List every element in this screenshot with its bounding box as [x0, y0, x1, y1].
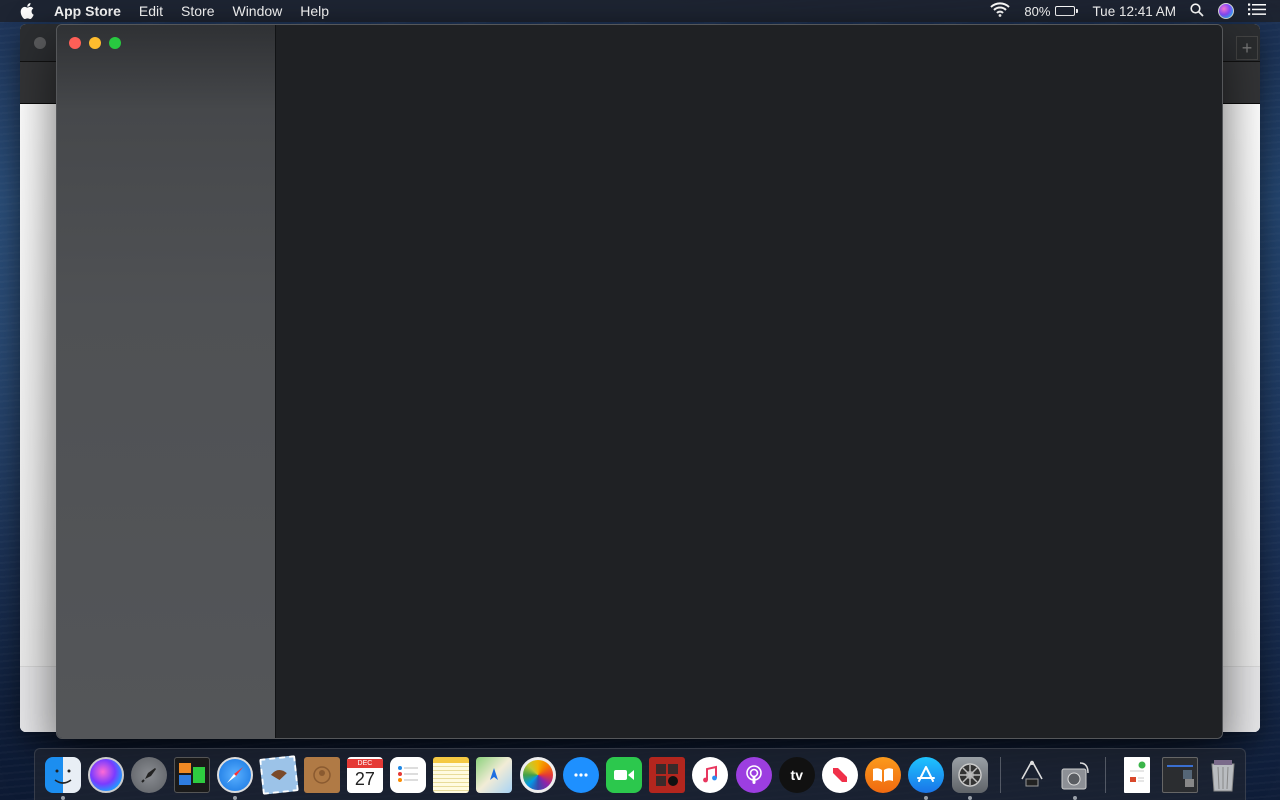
menu-window[interactable]: Window — [232, 0, 282, 22]
dock-item-disk-utility[interactable] — [1055, 755, 1094, 800]
battery-status[interactable]: 80% — [1024, 3, 1079, 19]
finder-icon — [44, 756, 81, 793]
dock-separator — [1000, 756, 1002, 793]
calendar-icon: DEC 27 — [346, 756, 383, 793]
dock-item-document-stack[interactable] — [1117, 755, 1156, 795]
battery-icon — [1055, 6, 1076, 16]
dock-item-mission-control[interactable] — [173, 755, 212, 795]
dock-item-launchpad[interactable] — [129, 755, 168, 795]
dock-item-screenshot-stack[interactable] — [1161, 755, 1200, 795]
dock-item-notes[interactable] — [432, 755, 471, 795]
dock-item-news[interactable] — [820, 755, 859, 795]
dock-item-trash[interactable] — [1204, 755, 1243, 795]
dock-item-tv[interactable]: tv — [777, 755, 816, 795]
dock-item-siri[interactable] — [86, 755, 125, 795]
mail-stamp-icon — [258, 754, 299, 795]
rocket-icon — [130, 756, 167, 793]
inactive-close-button[interactable] — [34, 37, 46, 49]
minimize-button[interactable] — [89, 37, 101, 49]
main-content-pane — [276, 25, 1222, 738]
dock-item-system-information[interactable] — [1012, 755, 1051, 795]
running-indicator — [1072, 795, 1077, 800]
map-icon — [476, 756, 513, 793]
mission-control-icon — [174, 756, 211, 793]
siri-icon[interactable] — [1218, 3, 1234, 19]
reminders-list-icon — [390, 756, 427, 793]
battery-percent: 80% — [1024, 3, 1051, 19]
caliper-chip-icon — [1014, 757, 1050, 793]
menu-store[interactable]: Store — [181, 0, 214, 22]
window-controls — [69, 37, 129, 49]
menu-edit[interactable]: Edit — [139, 0, 163, 22]
compass-icon — [217, 756, 254, 793]
running-indicator — [967, 795, 972, 800]
calendar-day: 27 — [354, 769, 375, 789]
dock-item-system-preferences[interactable] — [950, 755, 989, 800]
dock-item-podcasts[interactable] — [734, 755, 773, 795]
dock-item-finder[interactable] — [43, 755, 82, 800]
open-book-icon — [865, 756, 902, 793]
notepad-icon — [433, 756, 470, 793]
dock-item-messages[interactable] — [561, 755, 600, 795]
running-indicator — [924, 795, 929, 800]
running-indicator — [60, 795, 65, 800]
disk-stethoscope-icon — [1057, 757, 1093, 793]
dock: DEC 27 tv — [34, 748, 1246, 800]
photo-booth-icon — [649, 756, 686, 793]
dock-item-photo-booth[interactable] — [648, 755, 687, 795]
running-indicator — [233, 795, 238, 800]
clock[interactable]: Tue 12:41 AM — [1092, 4, 1176, 19]
dock-item-calendar[interactable]: DEC 27 — [345, 755, 384, 795]
front-window[interactable] — [56, 24, 1223, 739]
contacts-book-icon — [303, 756, 340, 793]
dock-item-reminders[interactable] — [389, 755, 428, 795]
dock-item-books[interactable] — [864, 755, 903, 795]
speech-bubble-icon — [562, 756, 599, 793]
apple-tv-icon: tv — [778, 756, 815, 793]
sidebar — [57, 25, 276, 738]
music-note-icon — [692, 756, 729, 793]
dock-separator — [1105, 756, 1107, 793]
menu-app-name[interactable]: App Store — [54, 0, 121, 22]
new-tab-button[interactable]: + — [1236, 36, 1258, 60]
dock-item-maps[interactable] — [475, 755, 514, 795]
close-button[interactable] — [69, 37, 81, 49]
gear-icon — [951, 756, 988, 793]
podcast-icon — [735, 756, 772, 793]
zoom-button[interactable] — [109, 37, 121, 49]
dock-item-mail[interactable] — [258, 754, 299, 795]
tv-label: tv — [790, 766, 803, 783]
dock-item-contacts[interactable] — [302, 755, 341, 795]
menu-help[interactable]: Help — [300, 0, 329, 22]
menu-bar: App Store Edit Store Window Help 80% Tue… — [0, 0, 1280, 22]
app-store-icon — [908, 756, 945, 793]
dock-item-app-store[interactable] — [907, 755, 946, 800]
screenshot-icon — [1162, 756, 1199, 793]
dock-item-facetime[interactable] — [604, 755, 643, 795]
siri-icon — [87, 756, 124, 793]
video-camera-icon — [606, 756, 643, 793]
document-icon — [1124, 756, 1151, 793]
apple-logo-icon[interactable] — [18, 2, 36, 20]
dock-item-music[interactable] — [691, 755, 730, 795]
dock-item-photos[interactable] — [518, 755, 557, 795]
news-icon — [821, 756, 858, 793]
photos-flower-icon — [519, 756, 556, 793]
trash-icon — [1205, 757, 1241, 793]
search-icon[interactable] — [1190, 2, 1204, 20]
wifi-icon[interactable] — [990, 2, 1011, 20]
dock-item-safari[interactable] — [216, 755, 255, 800]
list-icon[interactable] — [1248, 3, 1266, 19]
calendar-month: DEC — [346, 759, 383, 768]
